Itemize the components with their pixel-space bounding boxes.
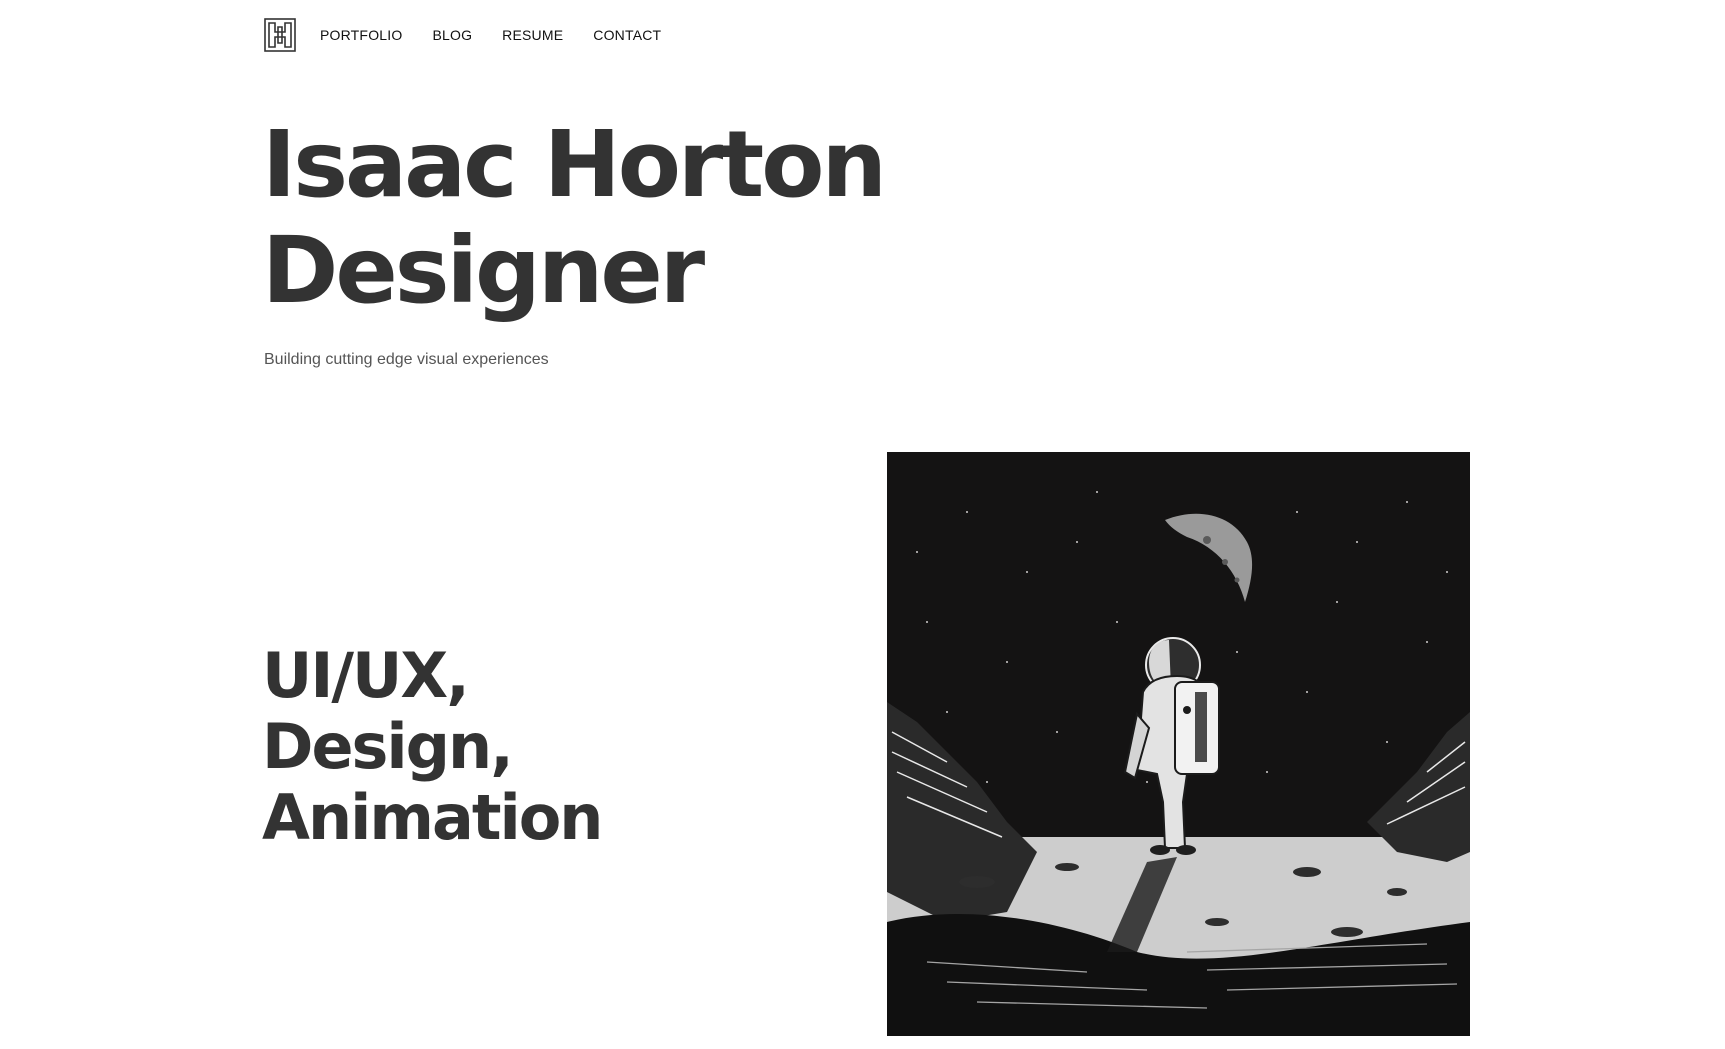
hero-role: Designer — [262, 217, 705, 324]
service-line-animation: Animation — [262, 781, 603, 854]
service-line-design: Design, — [262, 710, 514, 783]
hero-tagline: Building cutting edge visual experiences — [264, 351, 549, 368]
hero-title: Isaac Horton Designer — [262, 111, 887, 324]
nav-link-contact[interactable]: CONTACT — [593, 18, 661, 52]
hero-name: Isaac Horton — [262, 111, 887, 218]
astronaut-on-moon-illustration — [887, 452, 1470, 1036]
nav-link-blog[interactable]: BLOG — [432, 18, 472, 52]
services-heading: UI/UX, Design, Animation — [262, 639, 603, 854]
top-navigation: PORTFOLIO BLOG RESUME CONTACT — [264, 18, 691, 52]
astronaut-illustration — [887, 452, 1470, 1036]
service-line-uiux: UI/UX, — [262, 639, 470, 712]
nav-link-portfolio[interactable]: PORTFOLIO — [320, 18, 402, 52]
monogram-logo-icon[interactable] — [264, 18, 296, 52]
nav-link-resume[interactable]: RESUME — [502, 18, 563, 52]
